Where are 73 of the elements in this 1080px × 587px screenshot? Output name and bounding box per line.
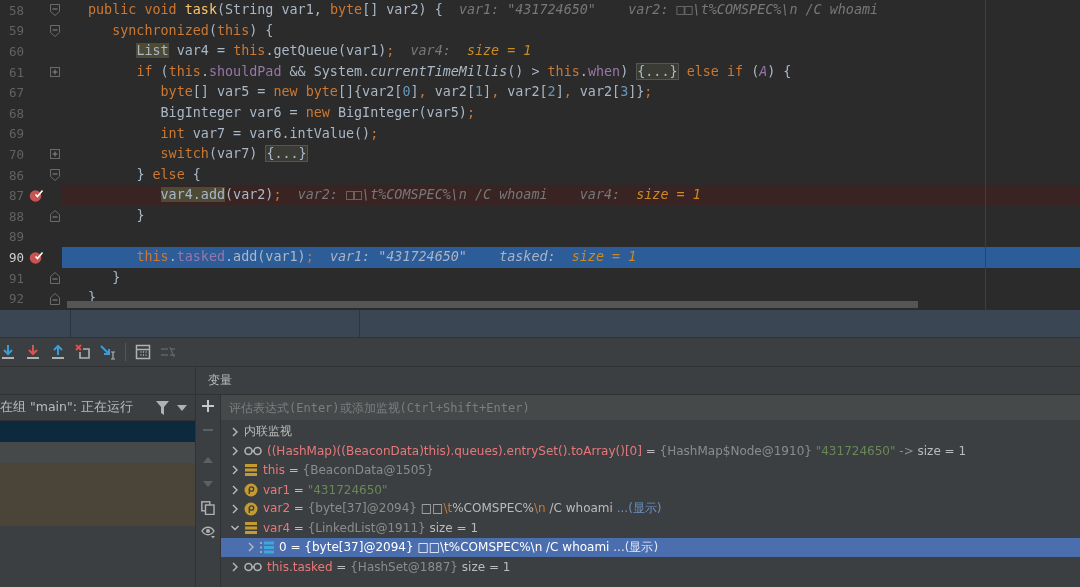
code-line: public void task(String var1, byte[] var2) { var1: "431724650" var2: □□\t%COMSPEC%\n /C whoami bbox=[87, 1, 880, 19]
variable-row[interactable]: this = {BeaconData@1505} bbox=[221, 460, 1080, 480]
variable-text: var1 = "431724650" bbox=[263, 482, 388, 497]
glasses-icon bbox=[244, 445, 262, 456]
line-number: 60 bbox=[7, 44, 24, 59]
drop-frame-icon[interactable] bbox=[75, 344, 91, 360]
fold-marker-icon[interactable] bbox=[50, 4, 60, 17]
variable-row[interactable]: 内联监视 bbox=[221, 422, 1080, 442]
variable-row[interactable]: ((HashMap)((BeaconData)this).queues).entrySet().toArray()[0] = {HashMap$Node@1910} "431724650" -> size = 1 bbox=[221, 441, 1080, 461]
breakpoint-icon[interactable] bbox=[28, 189, 44, 203]
step-into-icon[interactable] bbox=[0, 344, 16, 360]
variable-row[interactable]: var1 = "431724650" bbox=[221, 479, 1080, 500]
code-line: synchronized(this) { bbox=[111, 21, 275, 40]
variable-row[interactable]: var2 = {byte[37]@2094} □□\t%COMSPEC%\n /C whoami ...(显示) bbox=[221, 499, 1080, 519]
fold-marker-icon[interactable] bbox=[50, 272, 60, 284]
copy-icon[interactable] bbox=[201, 501, 215, 515]
line-number: 92 bbox=[7, 291, 24, 307]
parameter-icon bbox=[244, 501, 258, 516]
fold-marker-icon[interactable] bbox=[50, 210, 60, 223]
parameter-icon bbox=[244, 482, 258, 497]
fold-marker-icon[interactable] bbox=[50, 169, 60, 182]
filter-icon[interactable] bbox=[156, 400, 169, 415]
fold-marker-icon[interactable] bbox=[50, 24, 60, 37]
breakpoint-icon[interactable] bbox=[28, 250, 44, 264]
line-number: 88 bbox=[7, 208, 24, 224]
line-number: 67 bbox=[7, 85, 24, 101]
variable-text: 内联监视 bbox=[244, 423, 292, 441]
fold-marker-icon[interactable] bbox=[50, 292, 60, 305]
line-number: 61 bbox=[7, 64, 24, 80]
line-number: 91 bbox=[7, 270, 24, 286]
thread-selector-label[interactable]: 在组 "main": 正在运行 bbox=[0, 399, 148, 416]
code-line: byte[] var5 = new byte[]{var2[0], var2[1], var2[2], var2[3]}; bbox=[159, 83, 654, 102]
line-number: 87 bbox=[7, 188, 24, 204]
run-to-cursor-icon[interactable] bbox=[100, 344, 116, 360]
force-step-into-icon[interactable] bbox=[25, 344, 41, 360]
variable-text: 0 = {byte[37]@2094} □□\t%COMSPEC%\n /C whoami ...(显示) bbox=[279, 538, 659, 556]
variable-text: this = {BeaconData@1505} bbox=[263, 463, 434, 478]
variable-text: var2 = {byte[37]@2094} □□\t%COMSPEC%\n /C whoami ...(显示) bbox=[263, 500, 662, 518]
variable-row[interactable]: var4 = {LinkedList@1911} size = 1 bbox=[221, 518, 1080, 538]
variable-text: var4 = {LinkedList@1911} size = 1 bbox=[263, 521, 479, 536]
add-icon[interactable] bbox=[201, 399, 215, 413]
line-number: 68 bbox=[7, 105, 24, 121]
horizontal-scrollbar[interactable] bbox=[67, 301, 918, 308]
variable-row[interactable]: 0 = {byte[37]@2094} □□\t%COMSPEC%\n /C whoami ...(显示) bbox=[221, 537, 1080, 558]
code-line: List var4 = this.getQueue(var1); var4: size = 1 bbox=[135, 42, 533, 61]
calculator-icon[interactable] bbox=[135, 344, 151, 360]
field-icon bbox=[244, 522, 258, 535]
code-line: int var7 = var6.intValue(); bbox=[159, 124, 380, 143]
line-number: 58 bbox=[7, 2, 24, 18]
eye-icon[interactable] bbox=[201, 525, 215, 539]
variable-text: ((HashMap)((BeaconData)this).queues).entrySet().toArray()[0] = {HashMap$Node@1910} "431724650" -> size = 1 bbox=[267, 443, 967, 458]
variable-row[interactable]: this.tasked = {HashSet@1887} size = 1 bbox=[221, 557, 1080, 577]
line-number: 70 bbox=[7, 146, 24, 162]
code-line: if (this.shouldPad && System.currentTimeMillis() > this.when) {...} else if (A) { bbox=[135, 61, 793, 82]
code-line: } bbox=[135, 206, 146, 225]
step-out-icon[interactable] bbox=[50, 344, 66, 360]
fold-marker-icon[interactable] bbox=[50, 149, 60, 160]
line-number: 90 bbox=[7, 249, 24, 265]
line-number: 59 bbox=[7, 23, 24, 39]
panel-title: 变量 bbox=[208, 372, 232, 389]
variable-text: this.tasked = {HashSet@1887} size = 1 bbox=[267, 559, 511, 574]
line-number: 86 bbox=[7, 167, 24, 183]
field-icon bbox=[244, 464, 258, 477]
code-line: } bbox=[111, 268, 122, 287]
fold-marker-icon[interactable] bbox=[50, 67, 60, 78]
list-item-icon bbox=[260, 540, 274, 554]
line-number: 69 bbox=[7, 126, 24, 142]
line-number: 89 bbox=[7, 229, 24, 245]
code-line: switch(var7) {...} bbox=[159, 144, 309, 165]
code-line: BigInteger var6 = new BigInteger(var5); bbox=[159, 103, 476, 122]
code-line: } else { bbox=[135, 165, 202, 184]
dropdown-caret-icon[interactable] bbox=[177, 404, 187, 411]
glasses-icon bbox=[244, 561, 262, 572]
